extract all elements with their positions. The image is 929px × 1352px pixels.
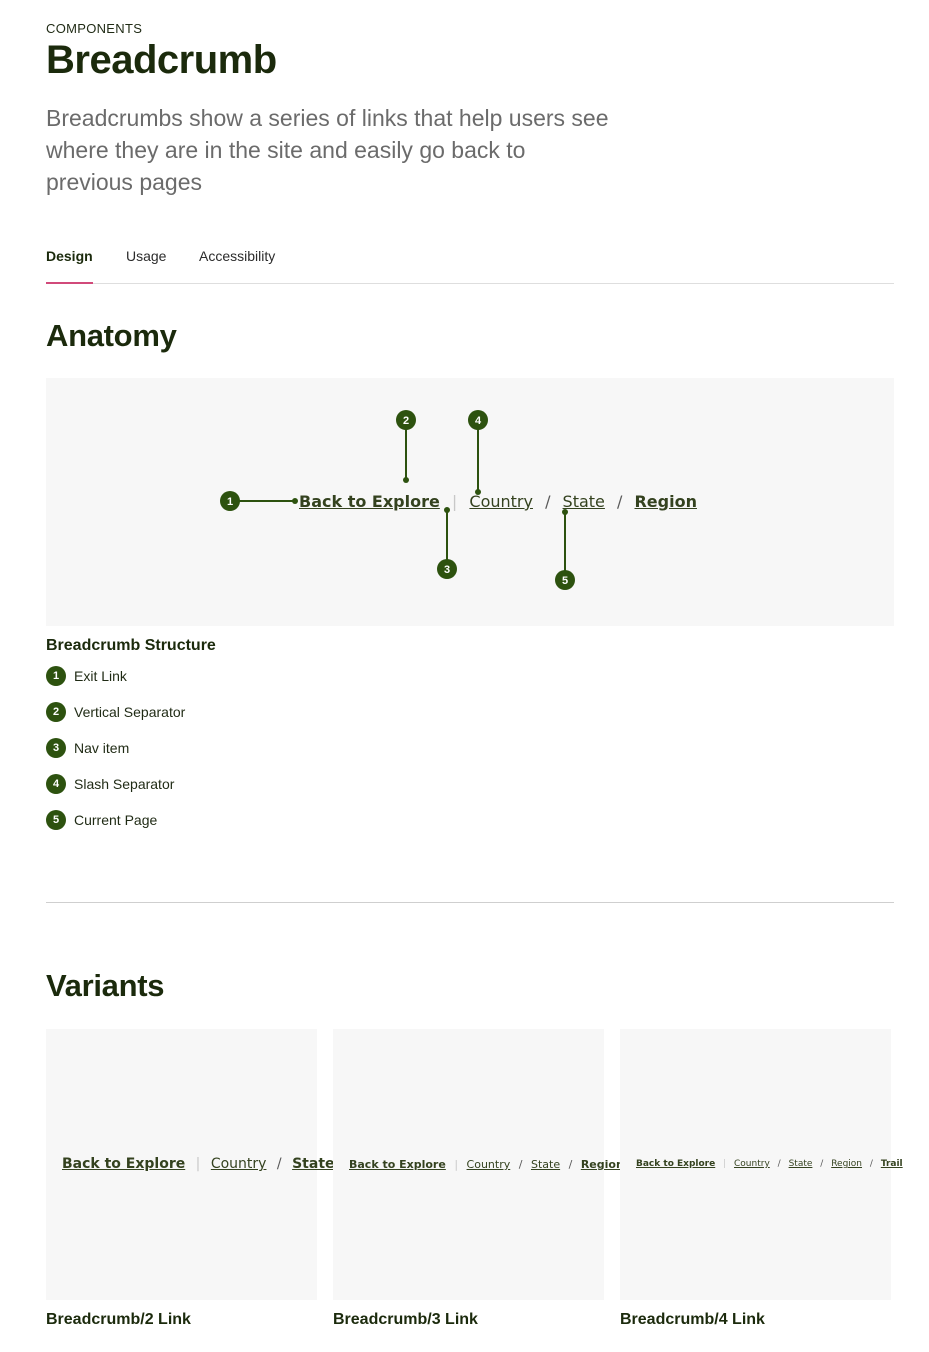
legend-item: 2 Vertical Separator — [46, 702, 185, 722]
variant-label: Breadcrumb/3 Link — [333, 1311, 478, 1328]
slash-separator: / — [820, 1159, 824, 1169]
tab-bar: Design Usage Accessibility — [46, 245, 894, 284]
variant-label: Breadcrumb/2 Link — [46, 1311, 191, 1328]
nav-item[interactable]: Country — [211, 1156, 267, 1172]
callout-lines: 1 2 3 4 5 — [220, 410, 575, 590]
marker-5: 5 — [555, 570, 575, 590]
page-intro: Breadcrumbs show a series of links that … — [46, 105, 609, 195]
page-title: Breadcrumb — [46, 38, 277, 82]
tab-design[interactable]: Design — [46, 248, 93, 284]
anatomy-heading: Anatomy — [46, 318, 177, 353]
marker-4: 4 — [468, 410, 488, 430]
variant-card-4-link: Back to Explore | Country / State / Regi… — [620, 1029, 903, 1300]
svg-text:5: 5 — [562, 575, 568, 587]
variants-heading: Variants — [46, 968, 165, 1003]
legend-item: 1 Exit Link — [46, 666, 127, 686]
legend-number: 3 — [46, 738, 66, 758]
nav-item[interactable]: Region — [831, 1159, 862, 1169]
svg-text:1: 1 — [227, 496, 233, 508]
marker-2: 2 — [396, 410, 416, 430]
current-page: State — [292, 1156, 335, 1172]
legend-number: 4 — [46, 774, 66, 794]
slash-separator: / — [518, 1158, 523, 1171]
nav-item[interactable]: Country — [467, 1158, 511, 1171]
exit-link[interactable]: Back to Explore — [62, 1156, 185, 1172]
variant-card-2-link: Back to Explore | Country / State — [46, 1029, 335, 1300]
variant-breadcrumb: Back to Explore | Country / State / Regi… — [636, 1159, 903, 1169]
legend-number: 1 — [46, 666, 66, 686]
legend-label: Exit Link — [74, 668, 127, 684]
tab-usage[interactable]: Usage — [126, 248, 166, 284]
structure-title: Breadcrumb Structure — [46, 637, 216, 654]
marker-3: 3 — [437, 559, 457, 579]
section-divider — [46, 902, 894, 903]
section-eyebrow: COMPONENTS — [46, 21, 143, 36]
slash-separator: / — [568, 1158, 573, 1171]
legend-label: Current Page — [74, 812, 158, 828]
legend-item: 5 Current Page — [46, 810, 157, 830]
variant-card-3-link: Back to Explore | Country / State / Regi… — [333, 1029, 624, 1300]
legend-label: Slash Separator — [74, 776, 175, 792]
legend-label: Nav item — [74, 740, 130, 756]
vertical-separator: | — [195, 1156, 201, 1172]
nav-item[interactable]: Country — [734, 1159, 770, 1169]
nav-item[interactable]: State — [789, 1159, 813, 1169]
variant-label: Breadcrumb/4 Link — [620, 1311, 765, 1328]
slash-separator: / — [276, 1156, 282, 1172]
svg-text:4: 4 — [475, 415, 482, 427]
exit-link[interactable]: Back to Explore — [636, 1159, 715, 1169]
svg-text:2: 2 — [403, 415, 409, 427]
variant-breadcrumb: Back to Explore | Country / State / Regi… — [349, 1158, 624, 1171]
exit-link[interactable]: Back to Explore — [349, 1158, 446, 1171]
legend-label: Vertical Separator — [74, 704, 186, 720]
legend-number: 5 — [46, 810, 66, 830]
slash-separator: / — [777, 1159, 781, 1169]
legend-item: 3 Nav item — [46, 738, 129, 758]
slash-separator: / — [869, 1159, 873, 1169]
tab-accessibility[interactable]: Accessibility — [199, 248, 275, 284]
legend-number: 2 — [46, 702, 66, 722]
nav-item[interactable]: State — [531, 1158, 560, 1171]
vertical-separator: | — [454, 1158, 459, 1171]
current-page: Trail — [880, 1159, 903, 1169]
legend-item: 4 Slash Separator — [46, 774, 174, 794]
vertical-separator: | — [723, 1159, 727, 1169]
variant-breadcrumb: Back to Explore | Country / State — [62, 1156, 335, 1172]
current-page: Region — [580, 1158, 624, 1171]
anatomy-diagram: Back to Explore | Country / State / Regi… — [46, 378, 894, 626]
svg-text:3: 3 — [444, 564, 450, 576]
marker-1: 1 — [220, 491, 240, 511]
